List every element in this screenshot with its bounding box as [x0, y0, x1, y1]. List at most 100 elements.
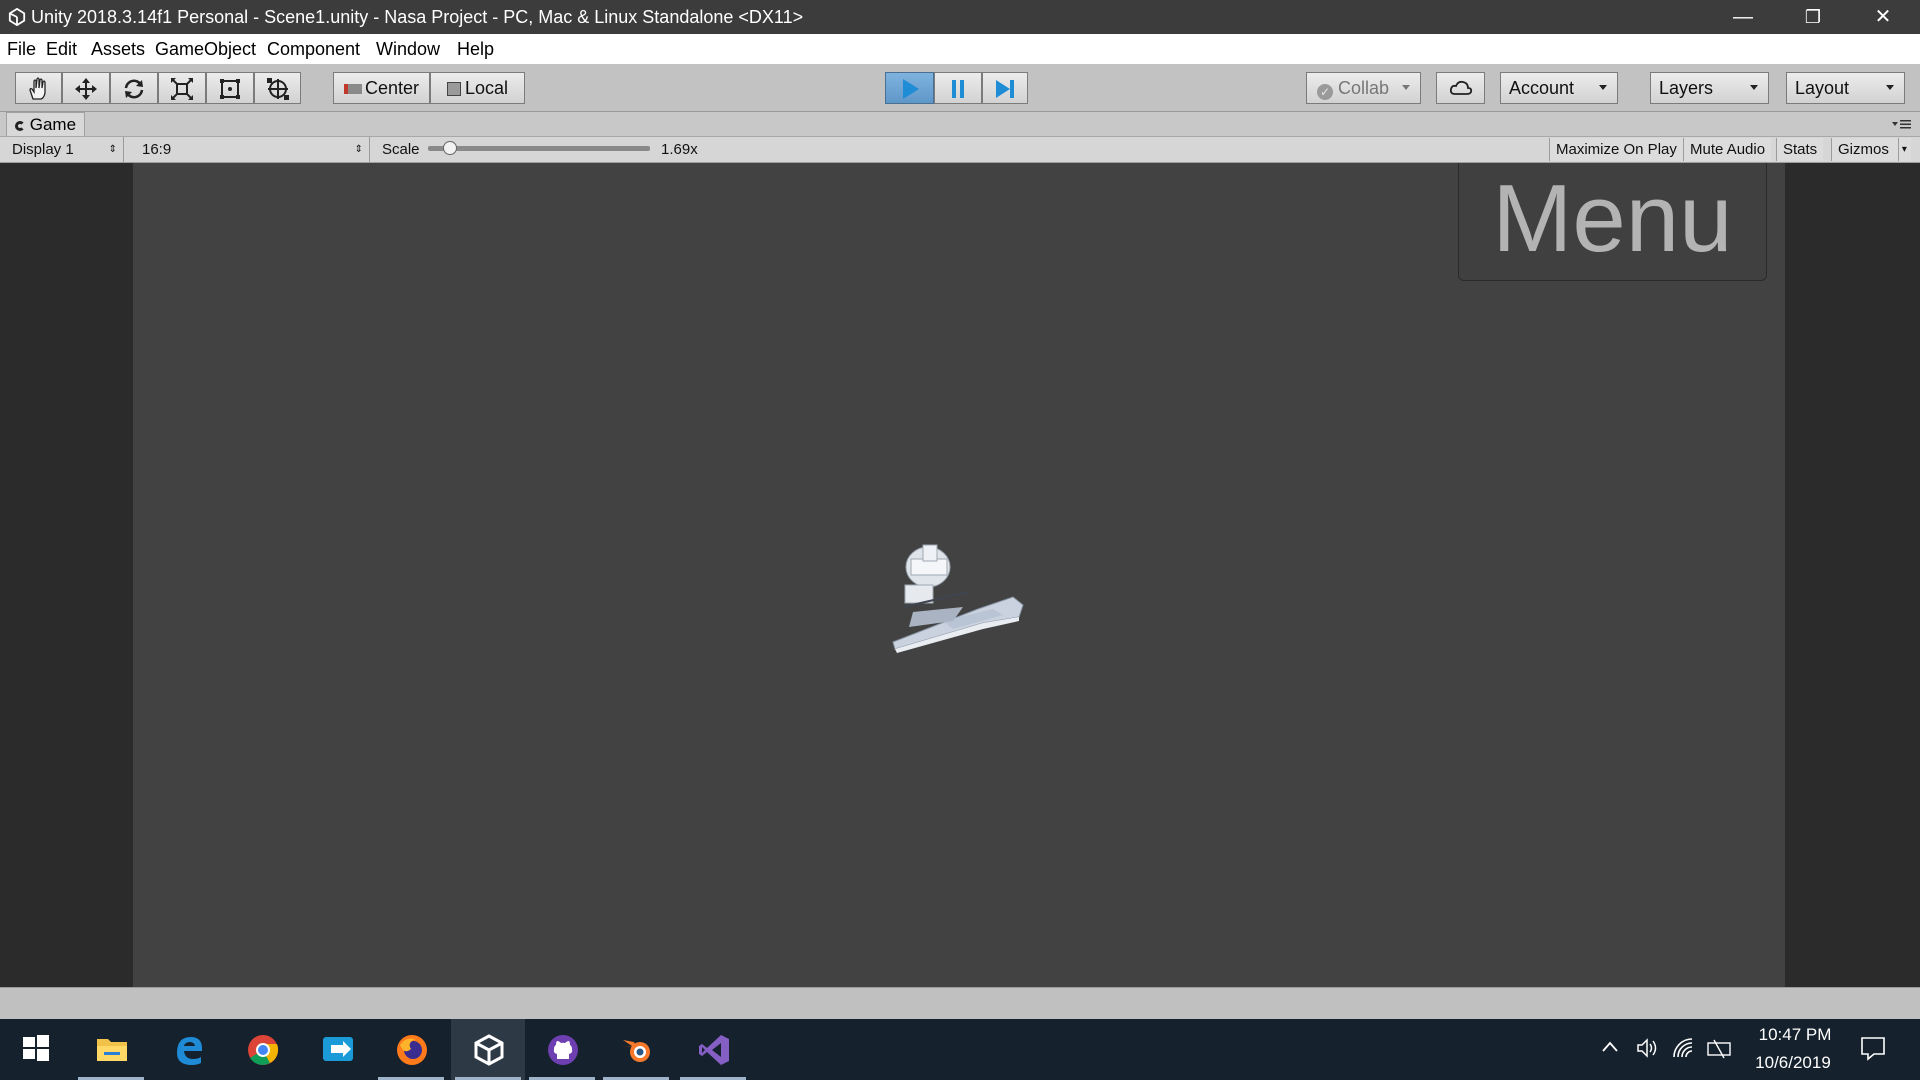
keyboard-icon: [1707, 1039, 1731, 1059]
menu-gameobject[interactable]: GameObject: [155, 34, 256, 64]
menu-bar: File Edit Assets GameObject Component Wi…: [0, 34, 1920, 64]
blender-icon: [622, 1040, 650, 1062]
menu-component[interactable]: Component: [267, 34, 360, 64]
visual-studio-icon: [699, 1035, 729, 1065]
game-view-toolbar: Display 1 ⇕ 16:9 ⇕ Scale 1.69x Maximize …: [0, 137, 1920, 163]
toolbar: Center Local ✓ Collab Account Layers Lay…: [0, 64, 1920, 112]
input-indicator[interactable]: [1706, 1037, 1732, 1059]
move-tool-button[interactable]: [62, 72, 110, 104]
maximize-on-play-toggle[interactable]: Maximize On Play: [1549, 138, 1683, 161]
transform-icon: [266, 78, 289, 100]
panel-menu-icon[interactable]: [1892, 117, 1912, 131]
layers-dropdown[interactable]: Layers: [1650, 72, 1769, 104]
gizmos-dropdown[interactable]: Gizmos ▾: [1831, 138, 1911, 161]
scale-slider-knob[interactable]: [443, 141, 458, 155]
gizmos-label: Gizmos: [1838, 141, 1889, 158]
wifi-button[interactable]: [1672, 1037, 1696, 1059]
taskbar-visual-studio[interactable]: [676, 1019, 750, 1080]
minimize-button[interactable]: —: [1708, 0, 1778, 34]
title-bar: Unity 2018.3.14f1 Personal - Scene1.unit…: [0, 0, 1920, 34]
volume-button[interactable]: [1636, 1037, 1660, 1059]
pivot-local-button[interactable]: Local: [430, 72, 525, 104]
github-icon: [548, 1035, 578, 1065]
cube-icon: [446, 82, 461, 97]
scale-label: Scale: [382, 141, 420, 158]
taskbar-github[interactable]: [525, 1019, 599, 1080]
menu-button-label: Menu: [1492, 165, 1733, 272]
collab-label: Collab: [1338, 78, 1390, 98]
taskbar-file-explorer[interactable]: [74, 1019, 148, 1080]
start-button[interactable]: [0, 1019, 74, 1080]
scale-slider[interactable]: [428, 141, 650, 155]
play-button[interactable]: [885, 72, 934, 104]
clock-time[interactable]: 10:47 PM: [1750, 1025, 1840, 1045]
menu-window[interactable]: Window: [376, 34, 440, 64]
unity-icon: [8, 8, 26, 26]
check-icon: ✓: [1317, 84, 1333, 100]
menu-button[interactable]: Menu: [1458, 163, 1767, 281]
file-explorer-icon: [97, 1039, 127, 1061]
remote-desktop-icon: [323, 1037, 353, 1061]
notification-icon: [1861, 1037, 1885, 1061]
chrome-icon: [248, 1035, 279, 1065]
taskbar-remote-desktop[interactable]: [300, 1019, 374, 1080]
menu-assets[interactable]: Assets: [91, 34, 145, 64]
taskbar-firefox[interactable]: [374, 1019, 448, 1080]
pause-icon: [952, 80, 964, 98]
tab-game[interactable]: Game: [6, 112, 86, 136]
transform-tool-button[interactable]: [254, 72, 301, 104]
game-viewport[interactable]: [133, 163, 1785, 987]
chevron-down-icon: ▾: [1897, 138, 1907, 161]
menu-help[interactable]: Help: [457, 34, 494, 64]
hand-tool-button[interactable]: [15, 72, 62, 104]
stats-toggle[interactable]: Stats: [1776, 138, 1824, 161]
edge-icon: [177, 1037, 203, 1065]
step-icon: [996, 80, 1014, 98]
step-button[interactable]: [982, 72, 1028, 104]
unity-icon: [474, 1034, 504, 1066]
taskbar-chrome[interactable]: [225, 1019, 299, 1080]
rotate-tool-button[interactable]: [110, 72, 158, 104]
satellite-model: [892, 544, 1024, 653]
display-label: Display 1: [12, 141, 74, 158]
collab-dropdown[interactable]: ✓ Collab: [1306, 72, 1421, 104]
menu-file[interactable]: File: [7, 34, 36, 64]
chevron-down-icon: [1599, 85, 1607, 90]
firefox-icon: [397, 1035, 427, 1065]
cloud-button[interactable]: [1436, 72, 1485, 104]
scale-value: 1.69x: [661, 141, 698, 158]
hand-icon: [28, 77, 46, 100]
account-label: Account: [1509, 78, 1575, 98]
taskbar-blender[interactable]: [599, 1019, 673, 1080]
rect-icon: [220, 79, 240, 99]
taskbar-unity[interactable]: [451, 1019, 525, 1080]
menu-edit[interactable]: Edit: [46, 34, 77, 64]
chevron-down-icon: [1402, 85, 1410, 90]
chevron-down-icon: [1750, 85, 1758, 90]
action-center-button[interactable]: [1860, 1035, 1886, 1061]
pivot-center-button[interactable]: Center: [333, 72, 430, 104]
taskbar: 10:47 PM 10/6/2019: [0, 1019, 1920, 1080]
aspect-dropdown[interactable]: 16:9 ⇕: [134, 137, 370, 162]
volume-icon: [1637, 1038, 1657, 1058]
chevron-up-icon: [1602, 1041, 1618, 1052]
mute-audio-toggle[interactable]: Mute Audio: [1683, 138, 1772, 161]
layout-dropdown[interactable]: Layout: [1786, 72, 1905, 104]
pause-button[interactable]: [934, 72, 982, 104]
restore-button[interactable]: ❐: [1778, 0, 1848, 34]
show-hidden-icons[interactable]: [1600, 1037, 1620, 1057]
account-dropdown[interactable]: Account: [1500, 72, 1618, 104]
scale-icon: [171, 78, 193, 100]
scale-tool-button[interactable]: [158, 72, 206, 104]
taskbar-edge[interactable]: [151, 1019, 225, 1080]
updown-icon: ⇕: [354, 144, 363, 155]
close-button[interactable]: ✕: [1848, 0, 1918, 34]
display-dropdown[interactable]: Display 1 ⇕: [4, 137, 124, 162]
layers-label: Layers: [1659, 78, 1714, 98]
game-controller-icon: [15, 121, 25, 131]
clock-date[interactable]: 10/6/2019: [1744, 1053, 1842, 1073]
pivot-local-label: Local: [464, 78, 509, 98]
rect-tool-button[interactable]: [206, 72, 254, 104]
updown-icon: ⇕: [108, 144, 117, 155]
rotate-icon: [124, 79, 144, 99]
